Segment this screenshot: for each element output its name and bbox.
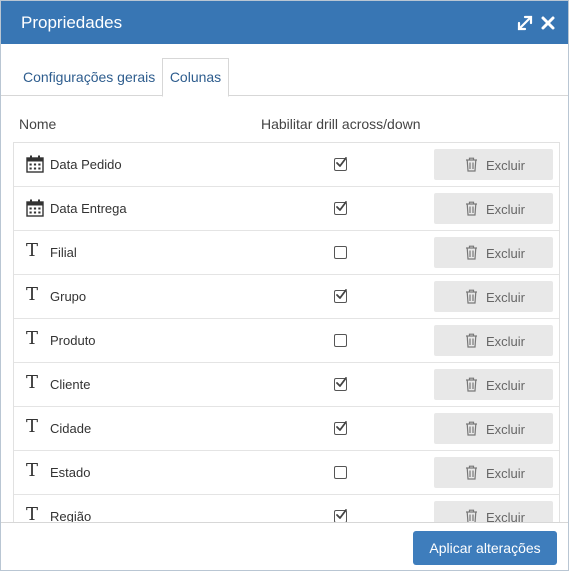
- tab-general-settings[interactable]: Configurações gerais: [23, 59, 155, 95]
- drill-checkbox[interactable]: [334, 466, 347, 479]
- drill-checkbox[interactable]: [334, 157, 347, 171]
- column-row: Data Entrega Excluir: [14, 187, 559, 231]
- delete-button[interactable]: Excluir: [434, 237, 553, 268]
- delete-label: Excluir: [486, 466, 526, 481]
- trash-icon: [465, 201, 478, 219]
- drill-checkbox[interactable]: [334, 334, 347, 347]
- delete-label: Excluir: [486, 202, 526, 217]
- delete-label: Excluir: [486, 246, 526, 261]
- delete-button[interactable]: Excluir: [434, 281, 553, 312]
- column-name: Grupo: [50, 289, 87, 304]
- delete-label: Excluir: [486, 334, 526, 349]
- column-row: T Produto Excluir: [14, 319, 559, 363]
- text-type-icon: T: [26, 416, 39, 437]
- trash-icon: [465, 509, 478, 523]
- column-row: T Região Excluir: [14, 495, 559, 523]
- trash-icon: [465, 333, 478, 351]
- drill-checkbox[interactable]: [334, 377, 347, 391]
- drill-checkbox[interactable]: [334, 289, 347, 303]
- column-header-drill: Habilitar drill across/down: [261, 116, 421, 132]
- trash-icon: [465, 465, 478, 483]
- delete-label: Excluir: [486, 158, 526, 173]
- column-row: T Cliente Excluir: [14, 363, 559, 407]
- delete-button[interactable]: Excluir: [434, 369, 553, 400]
- column-name: Cidade: [50, 421, 92, 436]
- trash-icon: [465, 245, 478, 263]
- column-name: Data Entrega: [50, 201, 127, 216]
- delete-label: Excluir: [486, 290, 526, 305]
- text-type-icon: T: [26, 284, 39, 305]
- expand-icon[interactable]: [516, 14, 534, 32]
- dialog-titlebar: Propriedades: [1, 1, 568, 44]
- text-type-icon: T: [26, 372, 39, 393]
- delete-button[interactable]: Excluir: [434, 457, 553, 488]
- apply-changes-button[interactable]: Aplicar alterações: [413, 531, 557, 565]
- column-row: T Filial Excluir: [14, 231, 559, 275]
- delete-button[interactable]: Excluir: [434, 149, 553, 180]
- column-header-name: Nome: [19, 116, 57, 132]
- delete-label: Excluir: [486, 422, 526, 437]
- column-row: Data Pedido Excluir: [14, 143, 559, 187]
- calendar-icon: [26, 155, 44, 173]
- column-name: Produto: [50, 333, 96, 348]
- delete-button[interactable]: Excluir: [434, 193, 553, 224]
- properties-dialog: Propriedades Configurações gerais Coluna…: [0, 0, 569, 571]
- column-row: T Estado Excluir: [14, 451, 559, 495]
- trash-icon: [465, 157, 478, 175]
- column-name: Cliente: [50, 377, 91, 392]
- close-icon[interactable]: [539, 14, 557, 32]
- tab-columns[interactable]: Colunas: [162, 58, 229, 97]
- delete-button[interactable]: Excluir: [434, 325, 553, 356]
- dialog-title: Propriedades: [21, 13, 123, 32]
- drill-checkbox[interactable]: [334, 201, 347, 215]
- dialog-footer: Aplicar alterações: [1, 522, 568, 570]
- column-name: Data Pedido: [50, 157, 122, 172]
- columns-list: Data Pedido Excluir Data Entrega Excluir T Fi…: [13, 142, 560, 523]
- column-name: Região: [50, 509, 92, 523]
- trash-icon: [465, 421, 478, 439]
- trash-icon: [465, 289, 478, 307]
- column-name: Filial: [50, 245, 77, 260]
- delete-label: Excluir: [486, 378, 526, 393]
- text-type-icon: T: [26, 460, 39, 481]
- delete-button[interactable]: Excluir: [434, 413, 553, 444]
- text-type-icon: T: [26, 328, 39, 349]
- drill-checkbox[interactable]: [334, 246, 347, 259]
- text-type-icon: T: [26, 504, 39, 523]
- delete-button[interactable]: Excluir: [434, 501, 553, 523]
- column-row: T Grupo Excluir: [14, 275, 559, 319]
- column-name: Estado: [50, 465, 91, 480]
- tab-bar: Configurações gerais Colunas: [1, 44, 568, 97]
- calendar-icon: [26, 199, 44, 217]
- trash-icon: [465, 377, 478, 395]
- text-type-icon: T: [26, 240, 39, 261]
- drill-checkbox[interactable]: [334, 421, 347, 435]
- column-row: T Cidade Excluir: [14, 407, 559, 451]
